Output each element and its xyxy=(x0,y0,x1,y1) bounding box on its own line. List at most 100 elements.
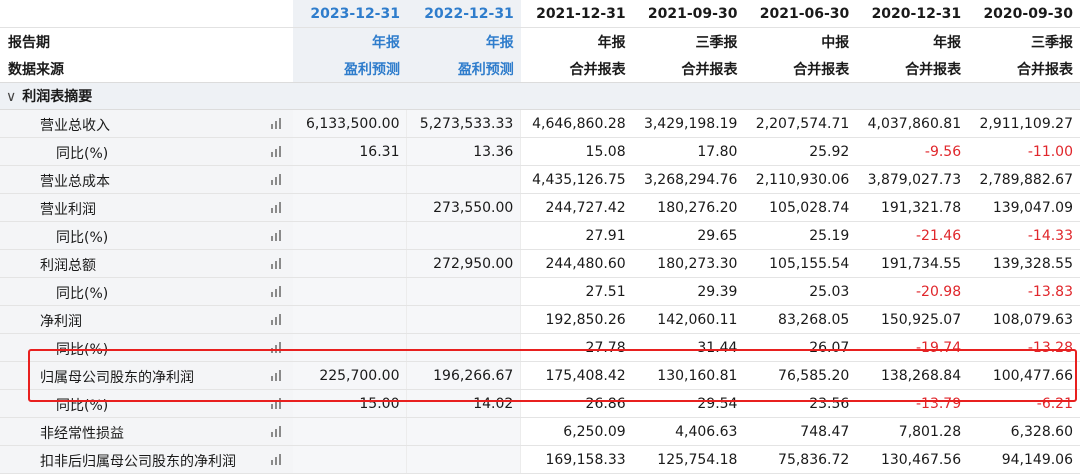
bar-chart-icon[interactable] xyxy=(271,258,285,269)
value-cell: 15.08 xyxy=(520,137,633,166)
value-cell: -20.98 xyxy=(856,277,969,306)
bar-chart-icon-bar xyxy=(271,348,274,353)
value-cell: 29.65 xyxy=(632,221,745,250)
value-cell: 3,879,027.73 xyxy=(856,165,969,194)
header-date[interactable]: 2020-09-30 xyxy=(968,0,1080,28)
value-cell xyxy=(406,305,522,334)
bar-chart-icon[interactable] xyxy=(271,146,285,157)
value-cell: 16.31 xyxy=(293,137,408,166)
table-row[interactable]: 营业总收入 6,133,500.00 5,273,533.33 4,646,860.2… xyxy=(0,109,1080,138)
bar-chart-icon[interactable] xyxy=(271,202,285,213)
table-row[interactable]: 非经常性损益 6,250.09 4,406.63 748.47 7,801.28 6,32… xyxy=(0,417,1080,446)
table-row[interactable]: 同比(%) 27.51 29.39 25.03 -20.98 -13.83 xyxy=(0,277,1080,306)
bar-chart-icon[interactable] xyxy=(271,230,285,241)
row-label: 非经常性损益 xyxy=(40,426,124,442)
bar-chart-icon[interactable] xyxy=(271,174,285,185)
bar-chart-icon[interactable] xyxy=(271,118,285,129)
bar-chart-icon-bar xyxy=(279,174,282,185)
value-cell: 105,155.54 xyxy=(744,249,857,278)
income-statement-table: 2023-12-31 2022-12-31 2021-12-31 2021-09… xyxy=(0,0,1080,474)
chevron-down-icon[interactable]: ∨ xyxy=(6,89,16,105)
value-cell: 3,429,198.19 xyxy=(632,109,745,138)
table-row[interactable]: 同比(%) 27.78 31.44 26.07 -19.74 -13.28 xyxy=(0,333,1080,362)
value-cell: 244,727.42 xyxy=(520,193,633,222)
bar-chart-icon[interactable] xyxy=(271,342,285,353)
report-type: 三季报 xyxy=(695,34,738,51)
table-row[interactable]: 净利润 192,850.26 142,060.11 83,268.05 150,925.… xyxy=(0,305,1080,334)
value-cell: 31.44 xyxy=(632,333,745,362)
table-row[interactable]: 同比(%) 27.91 29.65 25.19 -21.46 -14.33 xyxy=(0,221,1080,250)
row-header-cell: 营业总收入 xyxy=(0,109,294,138)
report-type: 三季报 xyxy=(1031,34,1073,51)
bar-chart-icon-bar xyxy=(275,121,278,129)
table-row[interactable]: 营业利润 273,550.00 244,727.42 180,276.20 105,02… xyxy=(0,193,1080,222)
header-blank xyxy=(0,0,294,28)
bar-chart-icon[interactable] xyxy=(271,398,285,409)
value-cell: 2,911,109.27 xyxy=(968,109,1080,138)
section-toggle[interactable]: ∨ 利润表摘要 xyxy=(0,82,294,110)
table-row[interactable]: 归属母公司股东的净利润 225,700.00 196,266.67 175,408.4… xyxy=(0,361,1080,390)
row-label: 营业总成本 xyxy=(40,174,110,190)
value-cell: 196,266.67 xyxy=(406,361,522,390)
value-cell: 139,047.09 xyxy=(968,193,1080,222)
bar-chart-icon-bar xyxy=(279,314,282,325)
value-cell: 7,801.28 xyxy=(856,417,969,446)
report-type: 年报 xyxy=(597,34,626,51)
report-period-label: 报告期 xyxy=(8,34,50,51)
header-date[interactable]: 2021-09-30 xyxy=(632,0,745,28)
bar-chart-icon-bar xyxy=(271,124,274,129)
table-row[interactable]: 同比(%) 16.31 13.36 15.08 17.80 25.92 -9.56 -11.0… xyxy=(0,137,1080,166)
value-cell xyxy=(406,333,522,362)
header-date[interactable]: 2020-12-31 xyxy=(856,0,969,28)
bar-chart-icon-bar xyxy=(279,118,282,129)
data-source: 合并报表 xyxy=(1017,61,1073,78)
bar-chart-icon[interactable] xyxy=(271,314,285,325)
row-label: 营业总收入 xyxy=(40,118,110,134)
bar-chart-icon-bar xyxy=(275,177,278,185)
row-header-cell: 同比(%) xyxy=(0,221,294,250)
row-label: 归属母公司股东的净利润 xyxy=(40,370,194,386)
table-row[interactable]: 利润总额 272,950.00 244,480.60 180,273.30 105,15… xyxy=(0,249,1080,278)
section-row[interactable]: ∨ 利润表摘要 xyxy=(0,82,1080,110)
value-cell: 13.36 xyxy=(406,137,522,166)
bar-chart-icon[interactable] xyxy=(271,370,285,381)
data-source: 合并报表 xyxy=(681,61,738,78)
value-cell: 4,646,860.28 xyxy=(520,109,633,138)
row-label: 同比(%) xyxy=(56,398,109,414)
value-cell: 6,133,500.00 xyxy=(293,109,408,138)
value-cell: -9.56 xyxy=(856,137,969,166)
bar-chart-icon-bar xyxy=(275,457,278,465)
bar-chart-icon-bar xyxy=(279,230,282,241)
value-cell: 25.92 xyxy=(744,137,857,166)
value-cell xyxy=(293,417,408,446)
value-cell: 6,250.09 xyxy=(520,417,633,446)
value-cell: 2,789,882.67 xyxy=(968,165,1080,194)
row-header-cell: 同比(%) xyxy=(0,277,294,306)
header-date[interactable]: 2021-12-31 xyxy=(520,0,633,28)
header-date[interactable]: 2022-12-31 xyxy=(406,0,521,28)
value-cell: 83,268.05 xyxy=(744,305,857,334)
header-date[interactable]: 2023-12-31 xyxy=(293,0,407,28)
bar-chart-icon-bar xyxy=(279,202,282,213)
table-row[interactable]: 营业总成本 4,435,126.75 3,268,294.76 2,110,930.0… xyxy=(0,165,1080,194)
bar-chart-icon-bar xyxy=(279,370,282,381)
row-header-cell: 净利润 xyxy=(0,305,294,334)
row-header-cell: 同比(%) xyxy=(0,333,294,362)
bar-chart-icon-bar xyxy=(275,429,278,437)
value-cell: 4,435,126.75 xyxy=(520,165,633,194)
value-cell xyxy=(293,277,408,306)
value-cell xyxy=(293,221,408,250)
bar-chart-icon-bar xyxy=(275,149,278,157)
bar-chart-icon-bar xyxy=(271,236,274,241)
value-cell: 138,268.84 xyxy=(856,361,969,390)
value-cell: 108,079.63 xyxy=(968,305,1080,334)
value-cell xyxy=(293,193,408,222)
header-date[interactable]: 2021-06-30 xyxy=(744,0,857,28)
value-cell: 29.54 xyxy=(632,389,745,418)
bar-chart-icon[interactable] xyxy=(271,286,285,297)
bar-chart-icon-bar xyxy=(275,401,278,409)
value-cell: 25.03 xyxy=(744,277,857,306)
row-header-cell: 同比(%) xyxy=(0,137,294,166)
table-row[interactable]: 同比(%) 15.00 14.02 26.86 29.54 23.56 -13.79 -6.2… xyxy=(0,389,1080,418)
bar-chart-icon[interactable] xyxy=(271,426,285,437)
